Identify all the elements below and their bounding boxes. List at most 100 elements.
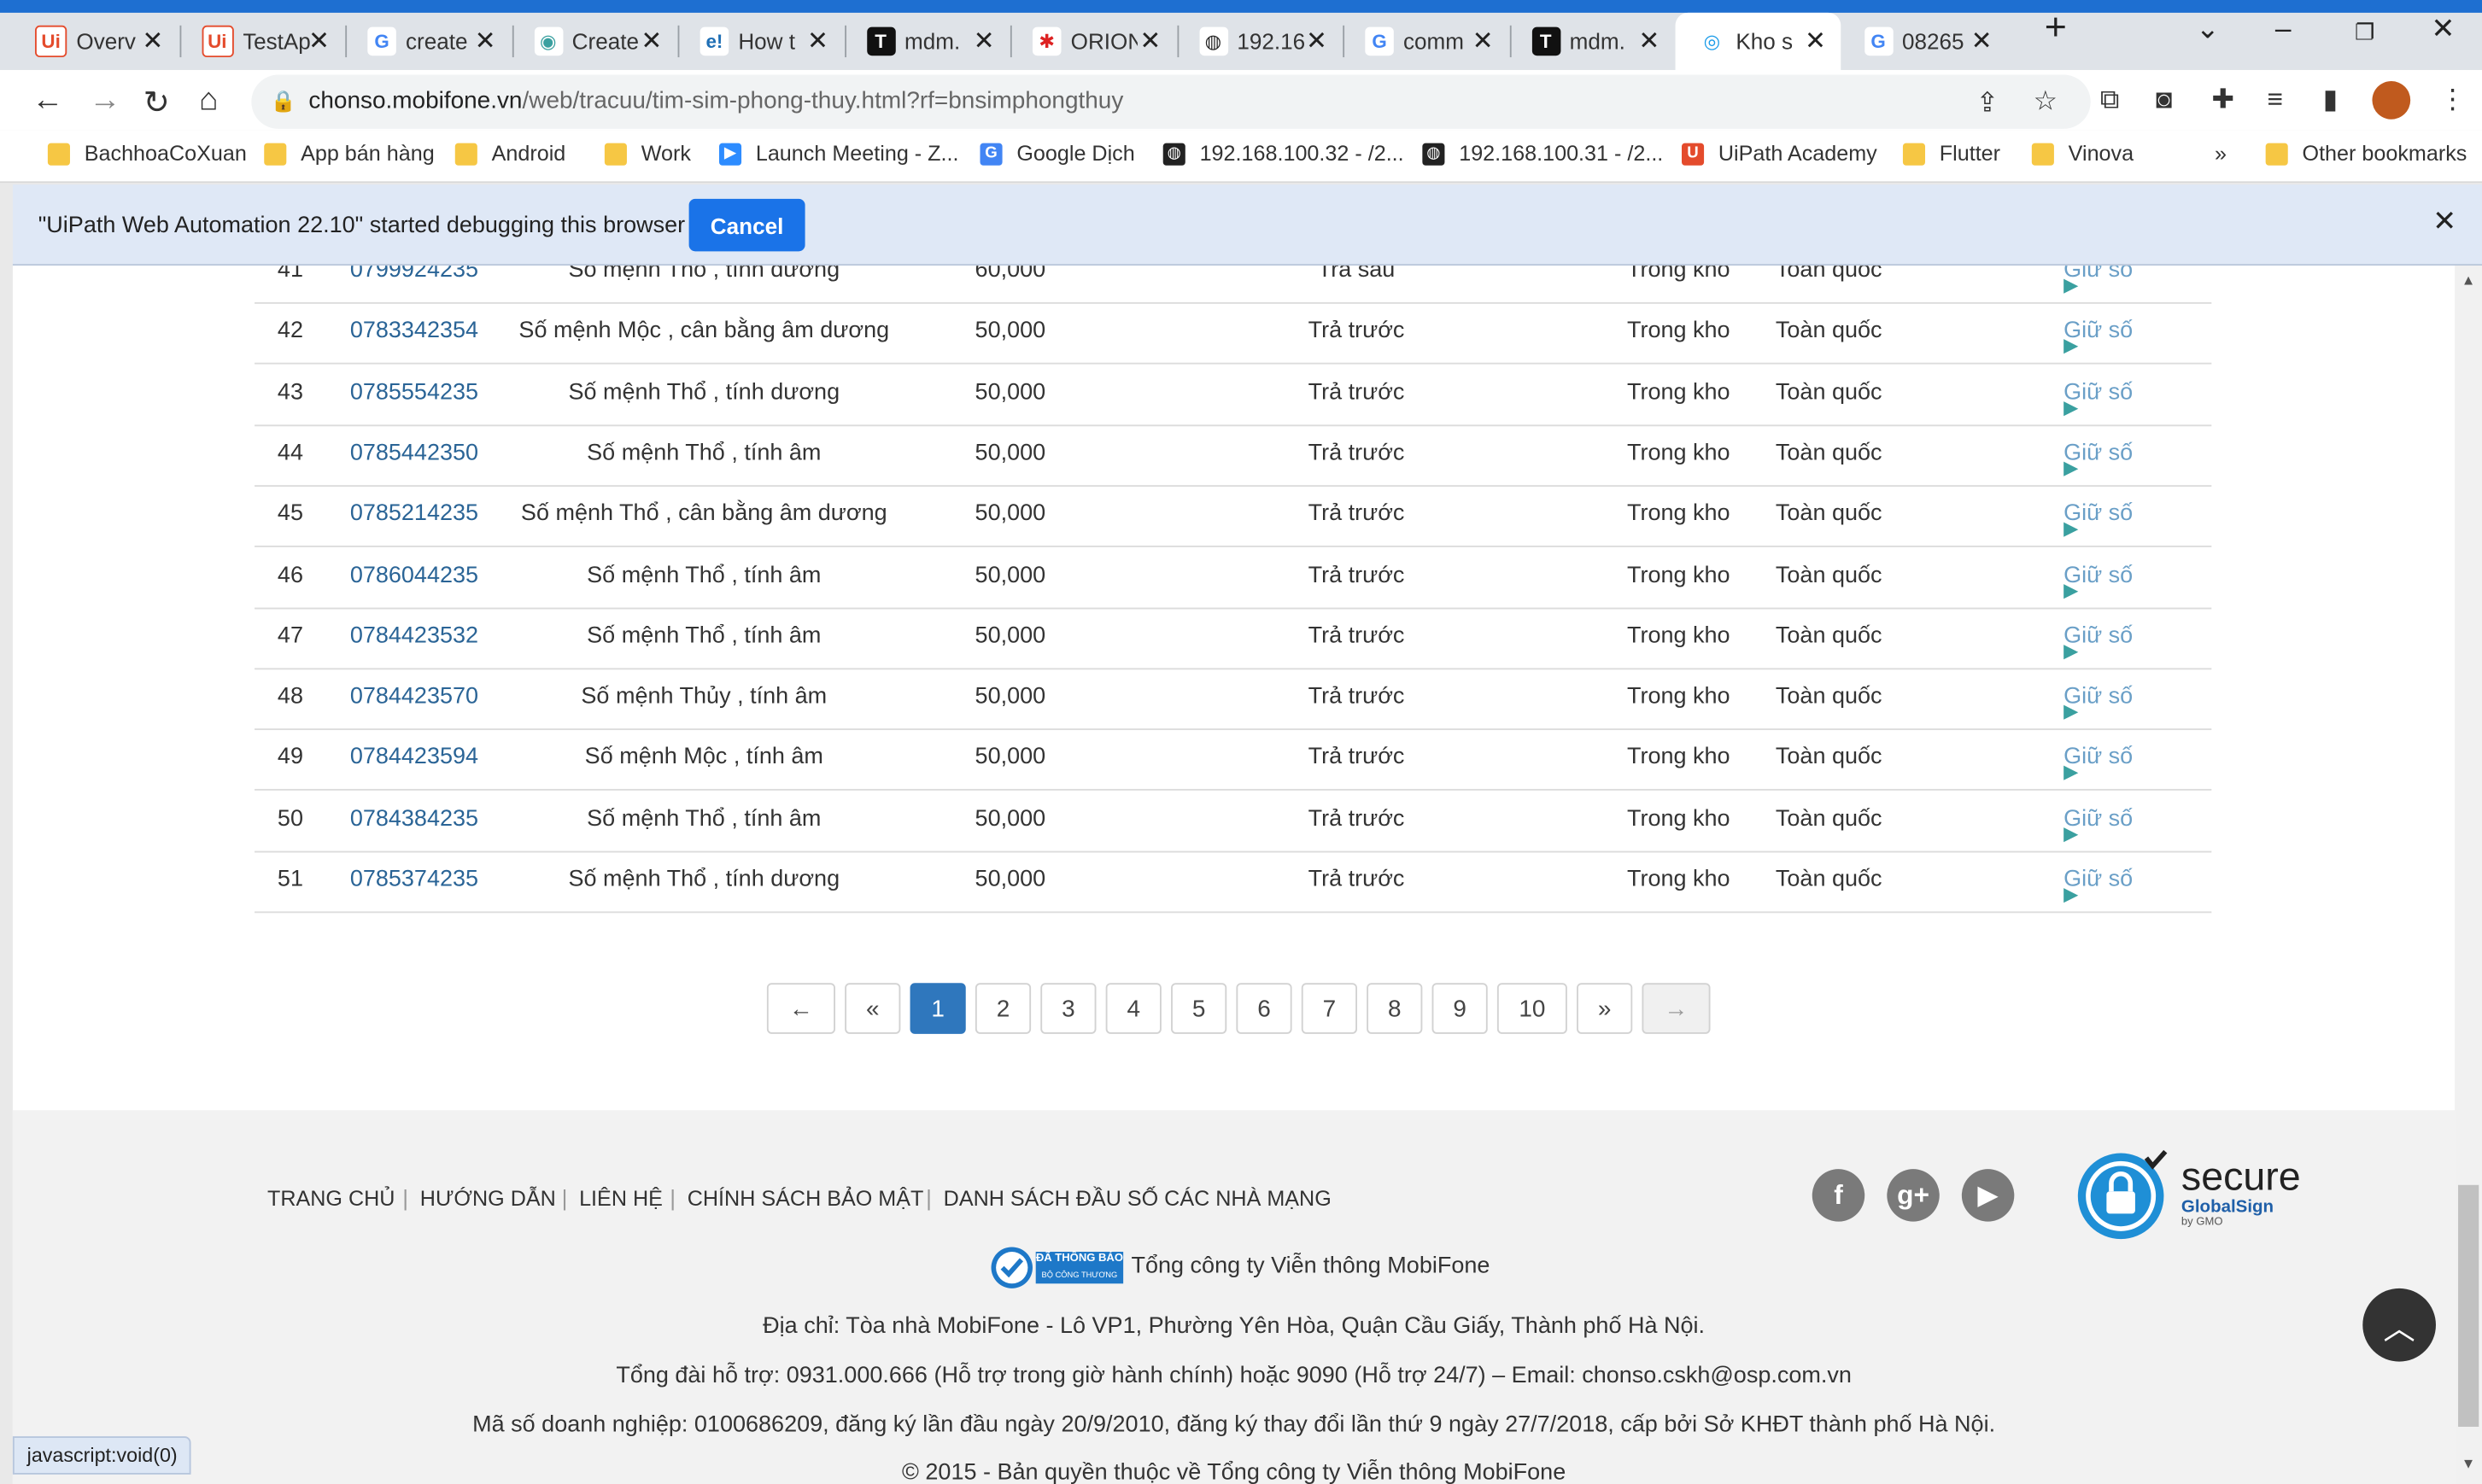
tab-close-icon[interactable]: ✕ [1633,26,1665,57]
hold-number-link[interactable]: ▶ Giữ số [2063,563,2133,601]
bookmarks-overflow-button[interactable]: » [2215,142,2227,166]
browser-tab[interactable]: Ui TestAp ✕ [179,13,345,70]
browser-tab[interactable]: Gcomm ✕ [1343,13,1508,70]
browser-tab[interactable]: ✱ ORION ✕ [1010,13,1176,70]
scrollbar-thumb[interactable] [2458,1184,2479,1427]
page-button[interactable]: 9 [1431,983,1488,1034]
page-button[interactable]: 2 [975,983,1032,1034]
hold-number-link[interactable]: ▶ Giữ số [2063,441,2133,479]
browser-tab[interactable]: Tmdm. ✕ [844,13,1010,70]
phone-number-link[interactable]: 0784384235 [350,806,478,832]
tab-close-icon[interactable]: ✕ [1467,26,1499,57]
google-plus-icon[interactable]: g+ [1887,1169,1940,1222]
bookmark-star-icon[interactable]: ☆ [2034,86,2058,118]
minimize-button[interactable]: – [2275,13,2292,46]
phone-number-link[interactable]: 0785442350 [350,441,478,466]
phone-number-link[interactable]: 0799924235 [350,266,478,283]
back-to-top-button[interactable]: ︿ [2362,1288,2436,1362]
browser-tab[interactable]: ◎ Kho s ✕ [1675,12,1841,70]
scroll-down-arrow-icon[interactable]: ▼ [2462,1455,2476,1471]
page-button[interactable]: 3 [1040,983,1097,1034]
bookmark-item[interactable]: Vinova [2031,142,2134,166]
footer-nav-link[interactable]: LIÊN HỆ [579,1187,663,1211]
translate-extension-icon[interactable]: ⧉ [2100,85,2120,116]
other-bookmarks[interactable]: Other bookmarks [2265,142,2467,166]
phone-number-link[interactable]: 0784423532 [350,623,478,649]
page-button[interactable]: ← [766,983,835,1034]
tab-close-icon[interactable]: ✕ [802,26,834,57]
page-button[interactable]: 1 [910,983,966,1034]
page-button[interactable]: 8 [1367,983,1423,1034]
tab-search-chevron-icon[interactable]: ⌄ [2196,13,2220,46]
footer-nav-link[interactable]: DANH SÁCH ĐẦU SỐ CÁC NHÀ MẠNG [944,1187,1332,1211]
tab-close-icon[interactable]: ✕ [1966,26,1998,57]
bookmark-item[interactable]: ◍ 192.168.100.32 - /2... [1162,142,1404,166]
browser-tab[interactable]: Gcreate ✕ [345,13,511,70]
tab-close-icon[interactable]: ✕ [303,26,335,57]
page-button[interactable]: « [845,983,901,1034]
footer-nav-link[interactable]: HƯỚNG DẪN [420,1187,556,1211]
side-panel-icon[interactable]: ▮ [2323,85,2338,116]
reload-icon[interactable]: ↻ [143,83,170,123]
hold-number-link[interactable]: ▶ Giữ số [2063,379,2133,418]
browser-tab[interactable]: e! How t ✕ [678,13,844,70]
home-icon[interactable]: ⌂ [199,83,219,120]
page-button[interactable]: → [1642,983,1711,1034]
share-icon[interactable]: ⇪ [1976,87,1999,119]
infobar-close-icon[interactable]: ✕ [2432,205,2456,238]
browser-tab[interactable]: ◉ Create ✕ [512,13,677,70]
page-button[interactable]: 7 [1301,983,1357,1034]
page-button[interactable]: 6 [1236,983,1292,1034]
page-scrollbar[interactable]: ▲ ▼ [2455,266,2482,1484]
browser-tab[interactable]: Tmdm. ✕ [1509,13,1675,70]
profile-avatar[interactable] [2372,81,2411,120]
tab-close-icon[interactable]: ✕ [1301,26,1332,57]
phone-number-link[interactable]: 0786044235 [350,563,478,588]
bookmark-item[interactable]: Flutter [1902,142,2000,166]
browser-tab[interactable]: ◍ 192.16 ✕ [1177,13,1343,70]
extensions-puzzle-icon[interactable]: ✚ [2211,85,2234,116]
browser-tab[interactable]: G 08265 ✕ [1841,13,2007,70]
page-button[interactable]: 5 [1171,983,1227,1034]
phone-number-link[interactable]: 0785214235 [350,501,478,527]
page-button[interactable]: » [1577,983,1633,1034]
globalsign-secure-seal[interactable]: secure GlobalSign by GMO [2073,1148,2327,1252]
new-tab-button[interactable]: + [2045,6,2067,50]
page-button[interactable]: 10 [1496,983,1567,1034]
bookmark-item[interactable]: ◍ 192.168.100.31 - /2... [1422,142,1663,166]
page-button[interactable]: 4 [1105,983,1162,1034]
media-control-icon[interactable]: ≡ [2268,85,2283,116]
address-bar[interactable]: 🔒 chonso.mobifone.vn/web/tracuu/tim-sim-… [251,74,2091,129]
hold-number-link[interactable]: ▶ Giữ số [2063,867,2133,905]
bookmark-item[interactable]: G Google Dịch [980,142,1135,166]
hold-number-link[interactable]: ▶ Giữ số [2063,806,2133,844]
tab-close-icon[interactable]: ✕ [1800,26,1831,57]
hold-number-link[interactable]: ▶ Giữ số [2063,501,2133,540]
bookmark-item[interactable]: Android [454,142,565,166]
phone-number-link[interactable]: 0784423570 [350,684,478,710]
tab-close-icon[interactable]: ✕ [137,26,168,57]
phone-number-link[interactable]: 0785374235 [350,867,478,892]
hold-number-link[interactable]: ▶ Giữ số [2063,623,2133,662]
phone-number-link[interactable]: 0785554235 [350,379,478,405]
scroll-up-arrow-icon[interactable]: ▲ [2462,272,2476,289]
bookmark-item[interactable]: U UiPath Academy [1682,142,1877,166]
camera-extension-icon[interactable]: ◙ [2156,85,2172,116]
browser-tab[interactable]: Ui Overv ✕ [13,13,179,70]
youtube-icon[interactable]: ▶ [1961,1169,2015,1222]
hold-number-link[interactable]: ▶ Giữ số [2063,684,2133,722]
hold-number-link[interactable]: ▶ Giữ số [2063,745,2133,784]
facebook-icon[interactable]: f [1812,1169,1865,1222]
tab-close-icon[interactable]: ✕ [969,26,1000,57]
close-window-button[interactable]: ✕ [2431,13,2455,46]
bocongthuong-badge[interactable]: ĐÃ THÔNG BÁO BỘ CÔNG THƯƠNG [990,1246,1127,1290]
phone-number-link[interactable]: 0783342354 [350,318,478,344]
hold-number-link[interactable]: ▶ Giữ số [2063,318,2133,357]
bookmark-item[interactable]: App bán hàng [264,142,435,166]
back-icon[interactable]: ← [32,83,63,120]
tab-close-icon[interactable]: ✕ [470,26,501,57]
hold-number-link[interactable]: ▶ Giữ số [2063,266,2133,295]
forward-icon[interactable]: → [89,83,120,120]
bookmark-item[interactable]: Work [604,142,691,166]
footer-nav-link[interactable]: TRANG CHỦ [267,1187,395,1211]
